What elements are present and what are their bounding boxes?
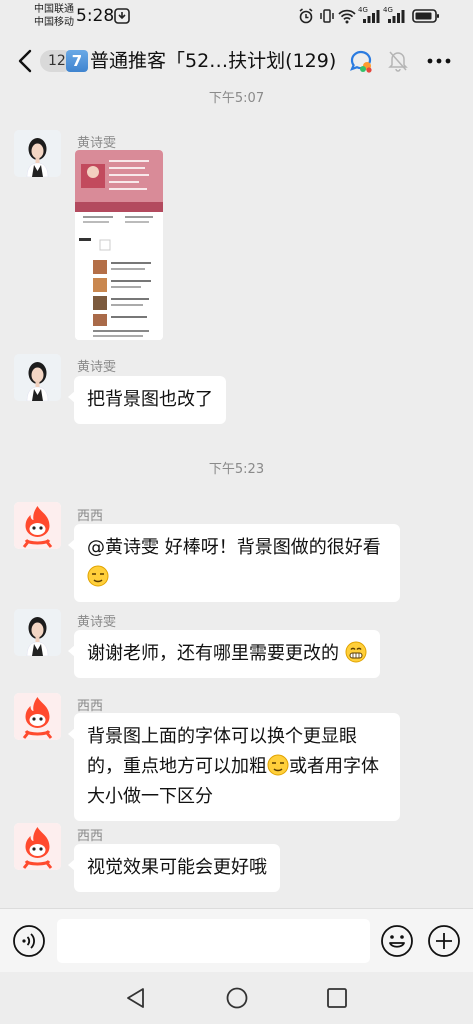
signal-icon-1 (363, 10, 380, 23)
sender-name: 西西 (77, 829, 104, 844)
time-divider: 下午5:23 (208, 462, 265, 477)
squint-emoji-icon (87, 565, 109, 587)
shared-screenshot-image (75, 150, 163, 340)
sender-name: 黄诗雯 (77, 360, 117, 375)
message-bubble[interactable]: 把背景图也改了 (68, 376, 226, 424)
recents-square-icon[interactable] (325, 986, 349, 1010)
flame-mascot-icon (14, 693, 61, 740)
sender-name: 黄诗雯 (77, 615, 117, 630)
chevron-left-icon[interactable] (14, 48, 38, 74)
battery-icon (412, 9, 439, 23)
alarm-icon (299, 8, 313, 24)
vibrate-icon (320, 9, 334, 23)
group-chat-icon[interactable] (348, 48, 374, 74)
signal-icon-2 (388, 10, 405, 23)
status-bar: 中国联通 中国移动 5:28 4G 4G (0, 0, 473, 34)
message-bubble[interactable]: @黄诗雯 好棒呀！背景图做的很好看 (68, 524, 400, 602)
input-bar (0, 908, 473, 972)
more-icon[interactable] (426, 50, 452, 72)
avatar[interactable] (14, 823, 61, 870)
grin-emoji-icon (345, 641, 367, 663)
avatar[interactable] (14, 130, 61, 177)
status-time: 5:28 (76, 6, 115, 26)
message-text: 谢谢老师，还有哪里需要更改的 (87, 643, 339, 664)
message-text: 视觉效果可能会更好哦 (87, 857, 267, 878)
sender-name: 西西 (77, 699, 104, 714)
sender-name: 黄诗雯 (77, 136, 117, 151)
message-text: @黄诗雯 好棒呀！背景图做的很好看 (87, 537, 381, 558)
back-triangle-icon[interactable] (124, 986, 148, 1010)
group-number-badge: 7 (66, 50, 88, 72)
wifi-icon (338, 9, 356, 24)
carrier-1: 中国联通 (34, 4, 74, 15)
message-bubble[interactable]: 视觉效果可能会更好哦 (68, 844, 280, 892)
emoji-icon[interactable] (380, 924, 414, 958)
message-bubble[interactable]: 背景图上面的字体可以换个更显眼的，重点地方可以加粗 或者用字体大小做一下区分 (68, 713, 400, 821)
plus-icon[interactable] (427, 924, 461, 958)
flame-mascot-icon (14, 823, 61, 870)
bell-muted-icon (388, 51, 408, 72)
notification-icon (114, 8, 130, 24)
chat-title[interactable]: 普通推客「52…扶计划(129) (90, 48, 352, 74)
message-text: 把背景图也改了 (87, 389, 213, 410)
squint-emoji-icon (267, 754, 289, 776)
avatar[interactable] (14, 609, 61, 656)
avatar[interactable] (14, 502, 61, 549)
image-message[interactable] (75, 150, 163, 340)
carrier-2: 中国移动 (34, 17, 74, 28)
avatar-photo-icon (14, 609, 61, 656)
avatar[interactable] (14, 693, 61, 740)
avatar-photo-icon (14, 354, 61, 401)
chat-header: 12 7 普通推客「52…扶计划(129) (0, 34, 473, 88)
sender-name: 西西 (77, 509, 104, 524)
home-circle-icon[interactable] (225, 986, 249, 1010)
message-bubble[interactable]: 谢谢老师，还有哪里需要更改的 (68, 630, 380, 678)
flame-mascot-icon (14, 502, 61, 549)
system-navigation-bar (0, 972, 473, 1024)
avatar[interactable] (14, 354, 61, 401)
message-input[interactable] (57, 919, 370, 963)
voice-icon[interactable] (12, 924, 46, 958)
time-divider: 下午5:07 (208, 91, 265, 106)
avatar-photo-icon (14, 130, 61, 177)
